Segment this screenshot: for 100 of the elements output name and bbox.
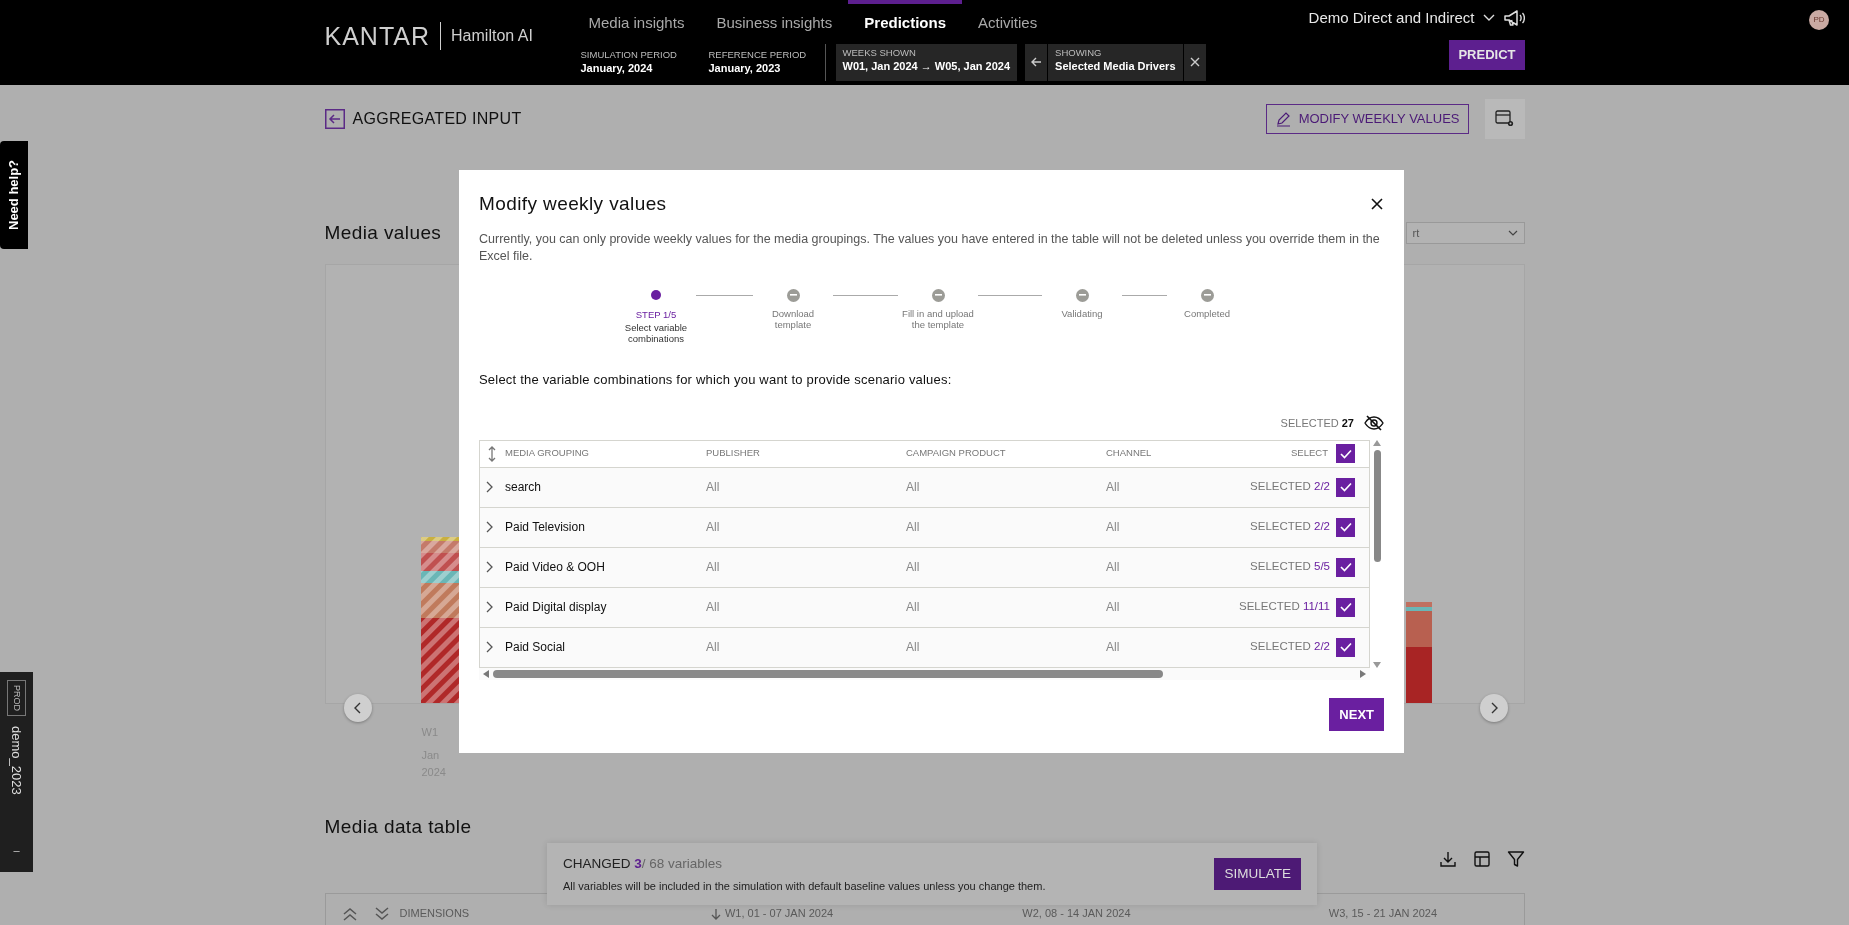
step-label: Validating [1061,307,1103,319]
step-label: Completed [1184,307,1230,319]
nav-tab[interactable]: Business insights [700,0,849,44]
check-icon [1339,482,1352,492]
table-cell-text: All [706,639,721,656]
minus-icon [1203,294,1211,296]
help-tab[interactable]: Need help? [0,141,28,249]
weeks-label: WEEKS SHOWN [842,46,917,59]
step-label: Fill in and upload the template [901,307,975,330]
column-header: MEDIA GROUPING [505,446,590,461]
column-header: PUBLISHER [706,446,761,461]
showing-label: SHOWING [1055,46,1103,59]
checkbox[interactable] [1336,557,1355,577]
checkbox[interactable] [1336,477,1355,497]
table-cell-text: All [706,519,721,536]
table-cell-text: All [1106,479,1121,496]
table-cell-text: All [906,559,921,576]
back-button[interactable] [1025,43,1048,81]
table-cell-text: All [706,479,721,496]
section-title: Media values [324,221,442,245]
step-caption: Select variable combinations [623,321,689,344]
checkbox[interactable] [1336,637,1355,657]
scroll-left-icon[interactable] [483,669,489,678]
collapse-button[interactable]: – [13,841,20,858]
check-icon [1339,562,1352,572]
scroll-down-icon[interactable] [1373,661,1381,668]
scroll-right-icon[interactable] [1360,669,1366,678]
checkbox[interactable] [1336,517,1355,537]
selected-count: SELECTED 2/2 [1249,479,1331,495]
column-header: CAMPAIGN PRODUCT [906,446,1007,461]
prompt-text: Select the variable combinations for which you want to provide scenario values: [479,370,953,389]
step-label: STEP 1/5 [635,308,677,320]
weeks-value: W01, Jan 2024 → W05, Jan 2024 [842,58,1011,73]
check-icon [1339,602,1352,612]
chevron-left-icon [353,701,362,714]
table-settings-button[interactable] [1484,99,1525,139]
column-header: W2, 08 - 14 JAN 2024 [1022,906,1131,922]
modify-weekly-values-button[interactable]: MODIFY WEEKLY VALUES [1265,104,1469,134]
section-title: Media data table [324,814,473,839]
table-cell-text: All [906,479,921,496]
table-cell-text: All [1106,519,1121,536]
table-cell-text: All [1106,639,1121,656]
period-label: SIMULATION PERIOD [580,49,678,61]
changed-count: CHANGED 3/ 68 variables [563,854,724,873]
close-button[interactable] [1183,43,1206,81]
resize-icon[interactable] [486,445,498,462]
close-icon[interactable] [1370,197,1384,212]
nav-tab[interactable]: Activities [962,0,1054,44]
arrow-left-icon [1030,56,1043,68]
product-name: Hamilton AI [450,25,533,46]
selected-count: SELECTED 2/2 [1249,639,1331,655]
predict-button[interactable]: PREDICT [1449,40,1525,70]
table-cell-text: Paid Social [505,639,567,656]
check-icon [1339,448,1352,459]
table-cell-text: All [1106,559,1121,576]
modal-title: Modify weekly values [479,192,667,216]
next-button[interactable]: NEXT [1329,697,1384,731]
selected-count: SELECTED 5/5 [1249,559,1331,575]
minus-icon [1078,294,1086,296]
eye-off-icon[interactable] [1364,415,1384,432]
workspace-name: demo_2023 [8,726,26,795]
step-label: Download template [770,307,816,330]
table-cell-text: All [906,519,921,536]
logo: KANTAR [324,21,442,50]
table-cell-text: All [1106,599,1121,616]
period-value: January, 2024 [580,61,654,75]
collapse-all-icon[interactable] [373,906,390,921]
selected-count: SELECTED 11/11 [1238,599,1331,615]
avatar[interactable]: PD [1809,10,1829,30]
table-cell-text: All [906,599,921,616]
table-cell-text: All [706,599,721,616]
table-cell-text: All [706,559,721,576]
selected-count: SELECTED 2/2 [1249,519,1331,535]
scrollbar-thumb[interactable] [1373,449,1381,562]
filter-icon[interactable] [1506,850,1525,868]
download-icon[interactable] [1438,850,1457,868]
period-label: REFERENCE PERIOD [708,49,808,61]
table-gear-icon [1494,110,1515,128]
nav-tab[interactable]: Media insights [572,0,701,44]
simulate-button[interactable]: SIMULATE [1214,857,1301,891]
close-icon [1188,56,1201,68]
sort-dropdown[interactable]: rt [1405,222,1525,245]
expand-all-icon[interactable] [341,906,358,921]
showing-value: Selected Media Drivers [1055,58,1176,73]
period-value: January, 2023 [708,61,782,75]
table-icon[interactable] [1472,850,1491,868]
table-cell-text: Paid Digital display [505,599,608,616]
check-icon [1339,522,1352,532]
megaphone-icon[interactable] [1502,9,1525,27]
page-title: AGGREGATED INPUT [352,109,522,129]
checkbox[interactable] [1336,444,1355,463]
table-cell-text: All [906,639,921,656]
chevron-down-icon [1507,230,1518,237]
arrow-down-icon[interactable] [710,907,721,920]
account-dropdown[interactable]: Demo Direct and Indirect [1308,6,1495,30]
checkbox[interactable] [1336,597,1355,617]
pencil-icon [1274,111,1291,127]
scrollbar-thumb[interactable] [493,669,1163,678]
column-header: W3, 15 - 21 JAN 2024 [1328,906,1438,922]
scroll-up-icon[interactable] [1373,439,1381,446]
